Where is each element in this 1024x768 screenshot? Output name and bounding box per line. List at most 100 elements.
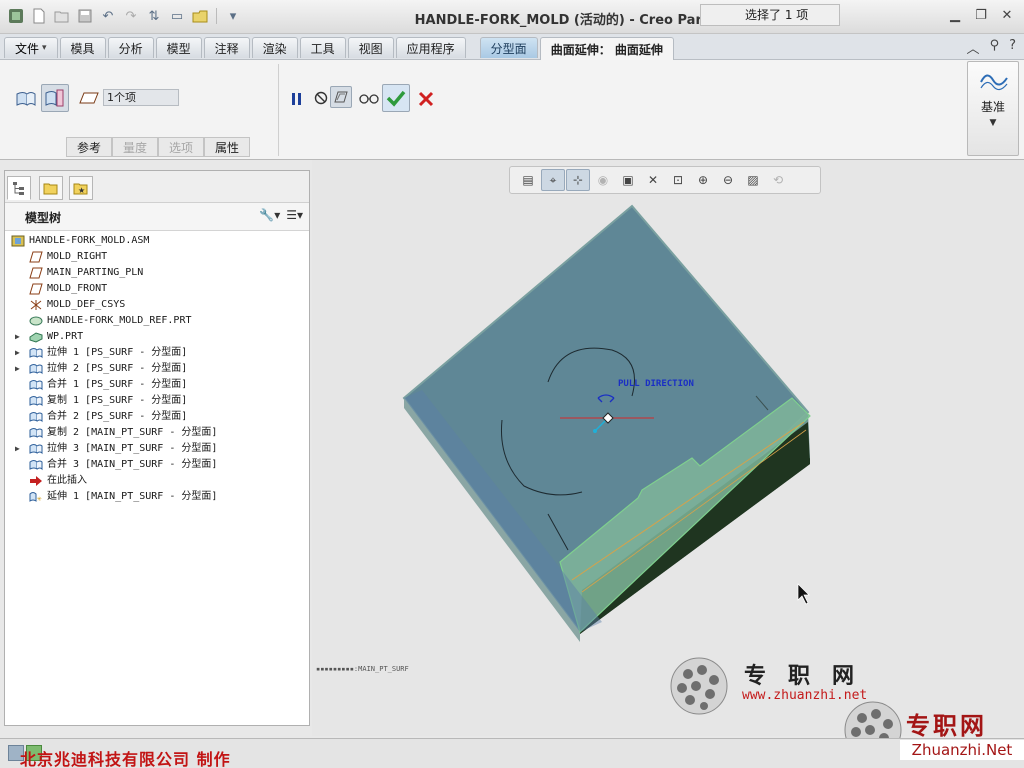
- tab-3[interactable]: 模型: [155, 37, 202, 58]
- slide-tab-1: 量度: [112, 137, 159, 157]
- close-icon[interactable]: ✕: [996, 6, 1018, 24]
- workpiece-icon: [29, 332, 43, 343]
- windows-icon[interactable]: ▭: [167, 6, 187, 26]
- tree-item[interactable]: HANDLE-FORK_MOLD.ASM: [5, 233, 309, 249]
- open-icon[interactable]: [52, 6, 72, 26]
- reference-collector[interactable]: 1个项: [103, 89, 179, 106]
- no-preview-icon[interactable]: [310, 87, 332, 109]
- tab-1[interactable]: 模具: [59, 37, 106, 58]
- tab-0[interactable]: 文件: [4, 37, 58, 58]
- tab-5[interactable]: 渲染: [251, 37, 298, 58]
- zoom-in-icon[interactable]: ⊕: [691, 169, 715, 191]
- orient-icon[interactable]: ⟲: [766, 169, 790, 191]
- tab-4[interactable]: 注释: [203, 37, 250, 58]
- close-window-icon[interactable]: [190, 6, 210, 26]
- graphics-window[interactable]: PULL DIRECTION: [312, 160, 1024, 736]
- repaint-icon[interactable]: ▨: [741, 169, 765, 191]
- tree-item-label: HANDLE-FORK_MOLD.ASM: [29, 235, 150, 246]
- tab-6[interactable]: 工具: [299, 37, 346, 58]
- tree-item-label: 延伸 1 [MAIN_PT_SURF - 分型面]: [47, 491, 218, 502]
- model-tree-tab-icon[interactable]: [7, 176, 31, 200]
- spin-center-icon[interactable]: ◉: [591, 169, 615, 191]
- tree-item[interactable]: 复制 2 [MAIN_PT_SURF - 分型面]: [5, 425, 309, 441]
- display-style-icon[interactable]: ▣: [616, 169, 640, 191]
- tree-item[interactable]: ▶ 拉伸 1 [PS_SURF - 分型面]: [5, 345, 309, 361]
- tree-item[interactable]: ▶ WP.PRT: [5, 329, 309, 345]
- regenerate-icon[interactable]: ⇅: [144, 6, 164, 26]
- status-bar: 北京兆迪科技有限公司 制作: [0, 738, 1024, 768]
- slide-tab-3[interactable]: 属性: [204, 137, 251, 157]
- quick-access-toolbar: ↶ ↷ ⇅ ▭ ▾: [6, 6, 243, 26]
- cancel-x-icon[interactable]: [413, 86, 439, 112]
- surface-icon: [29, 348, 43, 359]
- extend-surface-icon: ✳: [29, 492, 42, 503]
- expand-arrow-icon[interactable]: ▶: [15, 329, 20, 345]
- save-icon[interactable]: [75, 6, 95, 26]
- selection-status[interactable]: 选择了 1 项: [700, 4, 840, 26]
- tab-2[interactable]: 分析: [107, 37, 154, 58]
- pause-icon[interactable]: [284, 86, 310, 112]
- tab-7[interactable]: 视图: [347, 37, 394, 58]
- tab-10[interactable]: 曲面延伸： 曲面延伸: [539, 37, 674, 60]
- restore-icon[interactable]: ❐: [970, 6, 992, 24]
- expand-arrow-icon[interactable]: ▶: [15, 345, 20, 361]
- title-bar: ↶ ↷ ⇅ ▭ ▾ HANDLE-FORK_MOLD (活动的) - Creo …: [0, 0, 1024, 34]
- tree-item[interactable]: HANDLE-FORK_MOLD_REF.PRT: [5, 313, 309, 329]
- search-icon[interactable]: ⚲: [990, 38, 1000, 57]
- expand-arrow-icon[interactable]: ▶: [15, 361, 20, 377]
- extend-to-plane-icon[interactable]: [41, 84, 69, 112]
- slide-tab-0[interactable]: 参考: [66, 137, 113, 157]
- datum-dropdown-button[interactable]: 基准 ▼: [967, 61, 1019, 156]
- saved-views-icon[interactable]: ▤: [516, 169, 540, 191]
- confirm-checkmark-icon[interactable]: [382, 84, 410, 112]
- tree-item[interactable]: 合并 2 [PS_SURF - 分型面]: [5, 409, 309, 425]
- undo-icon[interactable]: ↶: [98, 6, 118, 26]
- minimize-icon[interactable]: ▁: [944, 6, 966, 24]
- tree-item[interactable]: MOLD_FRONT: [5, 281, 309, 297]
- tree-item[interactable]: MOLD_DEF_CSYS: [5, 297, 309, 313]
- redo-icon[interactable]: ↷: [121, 6, 141, 26]
- verify-mode-icon[interactable]: [356, 86, 382, 112]
- tree-item[interactable]: MOLD_RIGHT: [5, 249, 309, 265]
- tree-item[interactable]: ▶ 拉伸 3 [MAIN_PT_SURF - 分型面]: [5, 441, 309, 457]
- slide-tab-2: 选项: [158, 137, 205, 157]
- tree-item-label: 合并 1 [PS_SURF - 分型面]: [47, 379, 188, 390]
- zoom-out-icon[interactable]: ⊖: [716, 169, 740, 191]
- tree-item-label: MOLD_RIGHT: [47, 251, 108, 262]
- help-icon[interactable]: ?: [1009, 38, 1016, 57]
- attached-preview-icon[interactable]: [330, 86, 352, 108]
- datum-point-icon[interactable]: ⊹: [566, 169, 590, 191]
- zoom-fit-icon[interactable]: ⊡: [666, 169, 690, 191]
- tree-item[interactable]: 合并 3 [MAIN_PT_SURF - 分型面]: [5, 457, 309, 473]
- mold-model-view[interactable]: PULL DIRECTION: [312, 160, 1024, 736]
- folder-browser-tab-icon[interactable]: [39, 176, 63, 200]
- datum-plane-icon: [29, 251, 43, 263]
- tab-8[interactable]: 应用程序: [395, 37, 466, 58]
- tree-settings-icon[interactable]: 🔧▾: [259, 208, 280, 222]
- tree-item[interactable]: ▶ 拉伸 2 [PS_SURF - 分型面]: [5, 361, 309, 377]
- customize-icon[interactable]: ▾: [223, 6, 243, 26]
- collapse-ribbon-icon[interactable]: ︿: [967, 38, 980, 57]
- favorites-tab-icon[interactable]: ★: [69, 176, 93, 200]
- tree-item-label: MOLD_DEF_CSYS: [47, 299, 126, 310]
- tree-item[interactable]: MAIN_PARTING_PLN: [5, 265, 309, 281]
- tree-item[interactable]: 在此插入: [5, 473, 309, 489]
- expand-arrow-icon[interactable]: ▶: [15, 441, 20, 457]
- tab-9[interactable]: 分型面: [479, 37, 538, 58]
- show-menu-icon[interactable]: ☰▾: [286, 208, 303, 222]
- tree-item[interactable]: 复制 1 [PS_SURF - 分型面]: [5, 393, 309, 409]
- company-credit: 北京兆迪科技有限公司 制作: [20, 750, 231, 768]
- tree-item-label: 复制 2 [MAIN_PT_SURF - 分型面]: [47, 427, 218, 438]
- graphics-toolbar: ▤ ⌖ ⊹ ◉ ▣ ✕ ⊡ ⊕ ⊖ ▨ ⟲: [509, 166, 821, 194]
- tab-bar-right: ︿ ⚲ ?: [967, 38, 1016, 57]
- feature-label-text: MAIN_PT_SURF: [358, 665, 409, 673]
- new-icon[interactable]: [29, 6, 49, 26]
- tree-item[interactable]: ✳ 延伸 1 [MAIN_PT_SURF - 分型面]: [5, 489, 309, 505]
- datum-display-icon[interactable]: ⌖: [541, 169, 565, 191]
- annotation-display-icon[interactable]: ✕: [641, 169, 665, 191]
- csys-icon: [30, 300, 42, 310]
- extend-same-surface-icon[interactable]: [13, 86, 39, 112]
- tree-item[interactable]: 合并 1 [PS_SURF - 分型面]: [5, 377, 309, 393]
- app-logo-icon[interactable]: [6, 6, 26, 26]
- datum-plane-icon: [29, 267, 43, 279]
